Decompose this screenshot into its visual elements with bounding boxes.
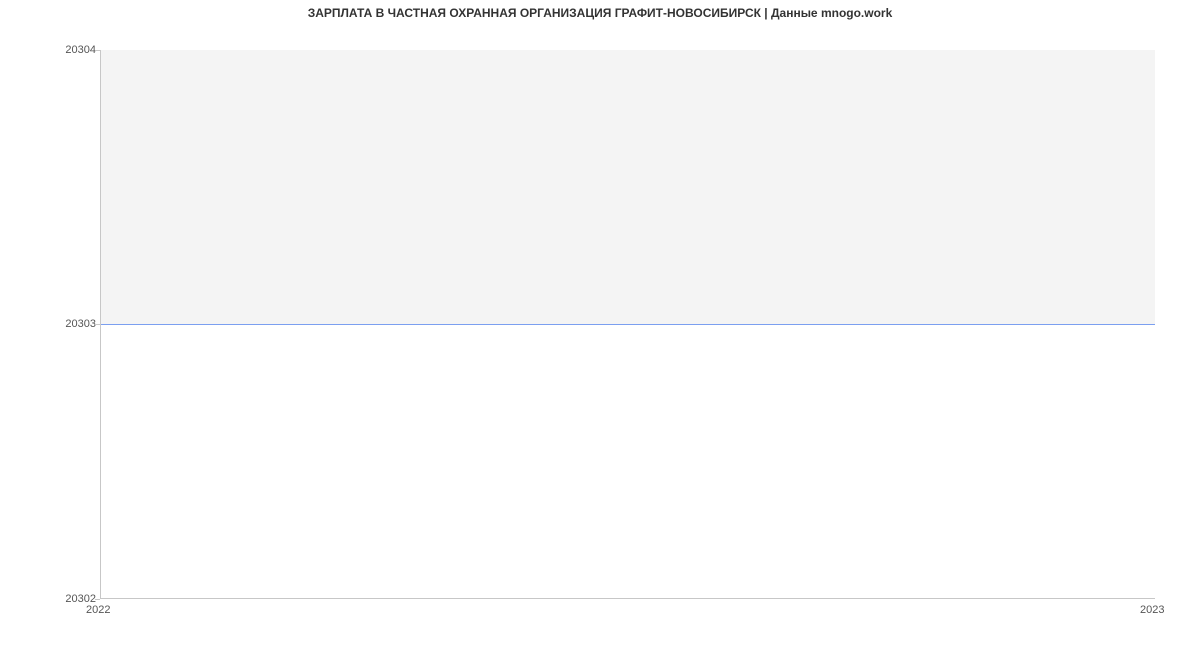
grid-band xyxy=(101,50,1155,324)
y-tick-mark xyxy=(95,599,100,600)
salary-chart: ЗАРПЛАТА В ЧАСТНАЯ ОХРАННАЯ ОРГАНИЗАЦИЯ … xyxy=(0,0,1200,650)
chart-title: ЗАРПЛАТА В ЧАСТНАЯ ОХРАННАЯ ОРГАНИЗАЦИЯ … xyxy=(0,6,1200,20)
x-tick-label: 2022 xyxy=(86,604,110,616)
y-tick-label: 20304 xyxy=(58,44,96,56)
plot-area xyxy=(100,50,1155,599)
y-tick-label: 20303 xyxy=(58,318,96,330)
series-line xyxy=(101,324,1155,325)
x-tick-label: 2023 xyxy=(1140,604,1164,616)
